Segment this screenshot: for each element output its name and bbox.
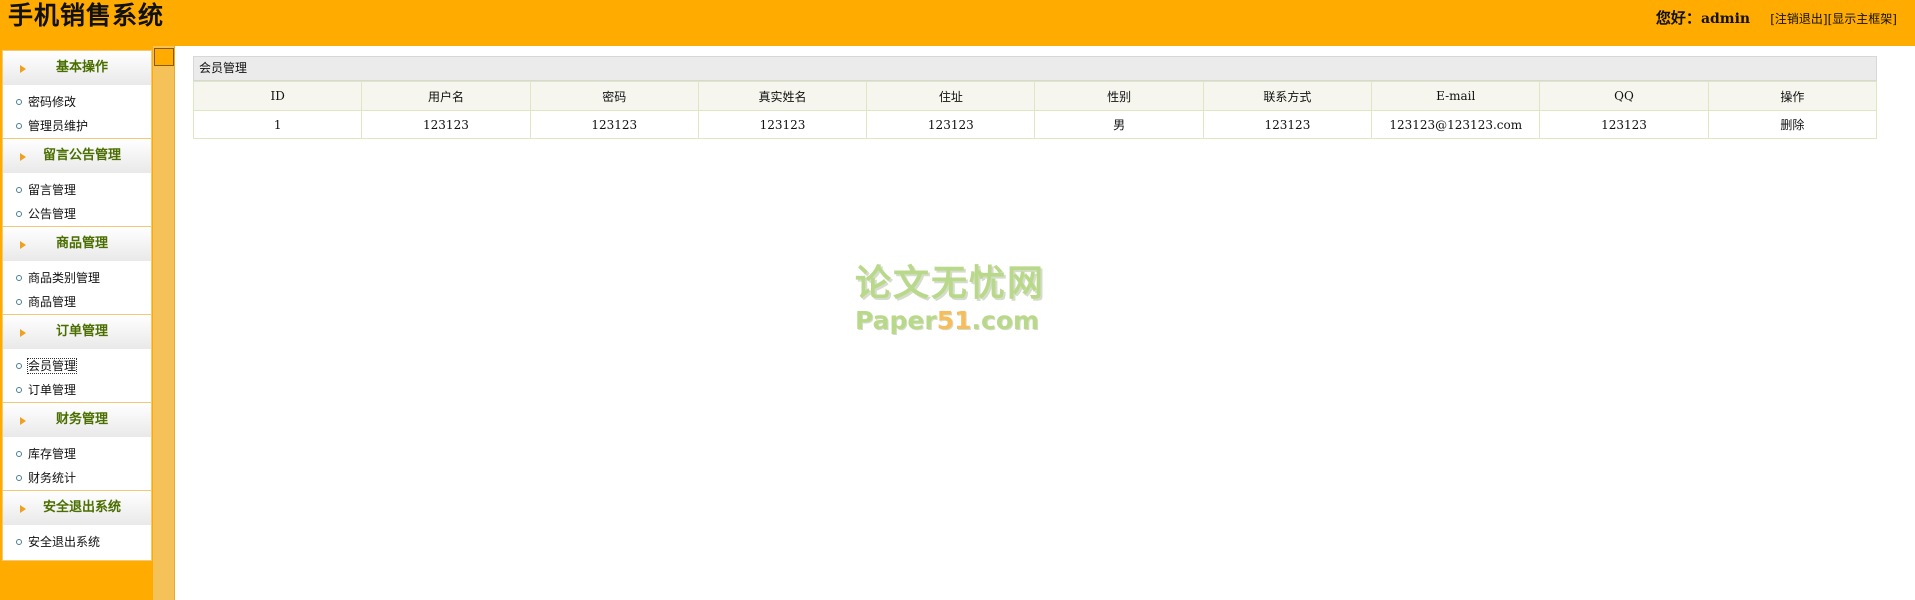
member-panel: 会员管理 ID 用户名 密码 真实姓名 住址 性别 联系方式 E-mail QQ… <box>192 56 1878 139</box>
menu-group-title[interactable]: 商品管理 <box>3 227 151 261</box>
menu-item-password-change[interactable]: 密码修改 <box>3 90 151 114</box>
watermark-en-highlight: 51 <box>936 306 972 335</box>
bullet-icon <box>16 363 22 369</box>
menu-group-title[interactable]: 基本操作 <box>3 51 151 85</box>
menu-item-label: 会员管理 <box>26 358 78 374</box>
menu-group-title[interactable]: 订单管理 <box>3 315 151 349</box>
menu-group-finance: 财务管理 库存管理 财务统计 <box>2 402 152 497</box>
bullet-icon <box>16 211 22 217</box>
column-header-real-name: 真实姓名 <box>697 81 868 111</box>
cell-username: 123123 <box>361 110 531 139</box>
cell-gender: 男 <box>1034 110 1204 139</box>
watermark-cn-text: 论文无忧网 <box>855 263 1046 304</box>
cell-email: 123123@123123.com <box>1371 110 1541 139</box>
menu-item-category-management[interactable]: 商品类别管理 <box>3 266 151 290</box>
table-row: 1 123123 123123 123123 123123 男 123123 1… <box>192 110 1878 139</box>
menu-item-label: 订单管理 <box>28 383 77 397</box>
cell-actions: 删除 <box>1707 110 1878 139</box>
greeting-prefix: 您好： <box>1655 9 1701 27</box>
column-header-contact: 联系方式 <box>1202 81 1373 111</box>
menu-group-orders: 订单管理 会员管理 订单管理 <box>2 314 152 409</box>
bullet-icon <box>16 123 22 129</box>
cell-real-name: 123123 <box>697 110 868 139</box>
user-area: 您好：admin [注销退出][显示主框架] <box>1656 7 1897 28</box>
show-main-frame-link[interactable]: [显示主框架] <box>1828 12 1897 26</box>
logout-link[interactable]: [注销退出] <box>1770 12 1827 26</box>
greeting: 您好：admin <box>1656 9 1750 27</box>
frame-divider <box>153 46 175 600</box>
menu-group-title[interactable]: 财务管理 <box>3 403 151 437</box>
menu-item-message-management[interactable]: 留言管理 <box>3 178 151 202</box>
menu-item-order-management[interactable]: 订单管理 <box>3 378 151 402</box>
menu-item-label: 密码修改 <box>28 95 77 109</box>
menu-group-title[interactable]: 留言公告管理 <box>3 139 151 173</box>
cell-address: 123123 <box>866 110 1036 139</box>
table-header-row: ID 用户名 密码 真实姓名 住址 性别 联系方式 E-mail QQ 操作 <box>192 81 1878 111</box>
menu-item-notice-management[interactable]: 公告管理 <box>3 202 151 226</box>
delete-link[interactable]: 删除 <box>1780 118 1804 132</box>
column-header-gender: 性别 <box>1034 81 1204 111</box>
menu-item-admin-maintenance[interactable]: 管理员维护 <box>3 114 151 138</box>
sidebar-toggle-button[interactable] <box>154 48 174 66</box>
app-title: 手机销售系统 <box>8 1 165 30</box>
menu-group-logout: 安全退出系统 安全退出系统 <box>2 490 152 561</box>
menu-item-label: 管理员维护 <box>28 119 89 133</box>
arrow-right-icon <box>20 65 26 73</box>
menu-item-finance-statistics[interactable]: 财务统计 <box>3 466 151 490</box>
column-header-actions: 操作 <box>1707 81 1878 111</box>
watermark-en-text: Paper51.com <box>855 306 1039 336</box>
top-header: 手机销售系统 您好：admin [注销退出][显示主框架] <box>0 0 1915 46</box>
menu-group-basic: 基本操作 密码修改 管理员维护 <box>2 50 152 145</box>
arrow-right-icon <box>20 505 26 513</box>
arrow-right-icon <box>20 329 26 337</box>
watermark-en-prefix: Paper <box>855 306 937 335</box>
column-header-email: E-mail <box>1371 81 1541 111</box>
member-table: ID 用户名 密码 真实姓名 住址 性别 联系方式 E-mail QQ 操作 1… <box>192 81 1878 139</box>
menu-item-label: 留言管理 <box>28 183 77 197</box>
column-header-qq: QQ <box>1539 81 1709 111</box>
column-header-username: 用户名 <box>361 81 531 111</box>
bullet-icon <box>16 187 22 193</box>
column-header-address: 住址 <box>866 81 1036 111</box>
menu-group-products: 商品管理 商品类别管理 商品管理 <box>2 226 152 321</box>
bullet-icon <box>16 451 22 457</box>
menu-item-product-management[interactable]: 商品管理 <box>3 290 151 314</box>
menu-item-member-management[interactable]: 会员管理 <box>3 354 151 378</box>
bullet-icon <box>16 275 22 281</box>
menu-item-label: 商品类别管理 <box>28 271 101 285</box>
menu-item-safe-logout[interactable]: 安全退出系统 <box>3 530 151 554</box>
cell-qq: 123123 <box>1539 110 1709 139</box>
arrow-right-icon <box>20 241 26 249</box>
arrow-right-icon <box>20 153 26 161</box>
bullet-icon <box>16 299 22 305</box>
bullet-icon <box>16 99 22 105</box>
column-header-id: ID <box>192 81 363 111</box>
bullet-icon <box>16 475 22 481</box>
user-name: admin <box>1700 11 1751 27</box>
menu-item-label: 公告管理 <box>28 207 77 221</box>
menu-group-title[interactable]: 安全退出系统 <box>3 491 151 525</box>
bullet-icon <box>16 539 22 545</box>
panel-title: 会员管理 <box>193 56 1877 81</box>
column-header-password: 密码 <box>529 81 699 111</box>
arrow-right-icon <box>20 417 26 425</box>
cell-contact: 123123 <box>1202 110 1373 139</box>
menu-item-label: 财务统计 <box>28 471 77 485</box>
menu-item-inventory-management[interactable]: 库存管理 <box>3 442 151 466</box>
watermark: 论文无忧网 Paper51.com <box>855 262 1065 342</box>
menu-group-messages: 留言公告管理 留言管理 公告管理 <box>2 138 152 233</box>
watermark-en-suffix: .com <box>971 306 1040 335</box>
cell-password: 123123 <box>529 110 699 139</box>
cell-id: 1 <box>192 110 363 139</box>
menu-item-label: 安全退出系统 <box>28 535 101 549</box>
menu-item-label: 商品管理 <box>28 295 77 309</box>
bullet-icon <box>16 387 22 393</box>
menu-item-label: 库存管理 <box>28 447 77 461</box>
